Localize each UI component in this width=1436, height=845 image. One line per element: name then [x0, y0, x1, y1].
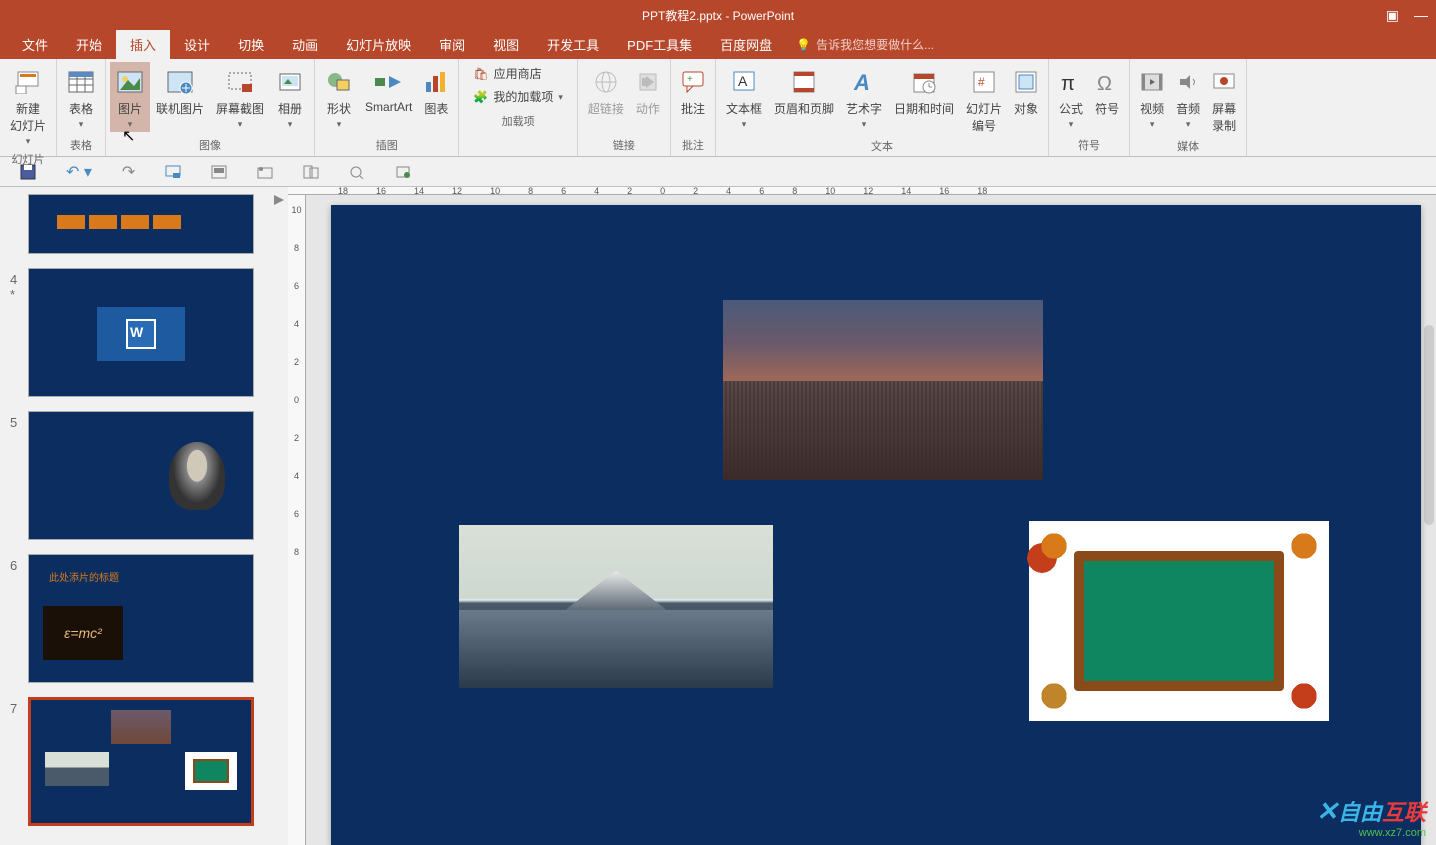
- document-title: PPT教程2.pptx - PowerPoint: [642, 7, 794, 24]
- qat-icon-4[interactable]: [303, 165, 319, 179]
- slide-thumb-3[interactable]: [28, 194, 254, 254]
- chevron-down-icon: ▾: [238, 119, 243, 130]
- menu-animations[interactable]: 动画: [278, 29, 332, 60]
- app-store-button[interactable]: 🛍应用商店: [471, 63, 565, 84]
- menu-review[interactable]: 审阅: [425, 29, 479, 60]
- inserted-image-chalkboard[interactable]: [1029, 521, 1329, 721]
- redo-icon[interactable]: ↷: [122, 162, 135, 182]
- datetime-button[interactable]: 日期和时间: [888, 62, 960, 119]
- slide-thumb-5[interactable]: [28, 411, 254, 540]
- outline-strip: [270, 187, 288, 845]
- qat-icon-6[interactable]: [395, 165, 411, 179]
- restore-icon[interactable]: ▣: [1386, 7, 1399, 24]
- chevron-down-icon: ▾: [1186, 119, 1191, 130]
- chevron-down-icon: ▾: [288, 119, 293, 130]
- menu-baidu[interactable]: 百度网盘: [706, 29, 786, 60]
- comment-button[interactable]: + 批注: [675, 62, 711, 119]
- menu-design[interactable]: 设计: [170, 29, 224, 60]
- lightbulb-icon: 💡: [796, 38, 811, 52]
- picture-button[interactable]: 图片 ▾: [110, 62, 150, 132]
- textbox-button[interactable]: A 文本框 ▾: [720, 62, 768, 132]
- svg-text:Ω: Ω: [1097, 73, 1112, 94]
- menu-home[interactable]: 开始: [62, 29, 116, 60]
- ruler-vertical: 10864202468: [288, 195, 306, 845]
- screenshot-button[interactable]: 屏幕截图 ▾: [210, 62, 270, 132]
- minimize-icon[interactable]: —: [1414, 7, 1428, 24]
- menu-bar: 文件 开始 插入 设计 切换 动画 幻灯片放映 审阅 视图 开发工具 PDF工具…: [0, 30, 1436, 59]
- chevron-down-icon: ▾: [79, 119, 84, 130]
- screen-record-button[interactable]: 屏幕 录制: [1206, 62, 1242, 136]
- slide-number-button[interactable]: # 幻灯片 编号: [960, 62, 1008, 136]
- chevron-down-icon: ▾: [337, 119, 342, 130]
- table-button[interactable]: 表格 ▾: [61, 62, 101, 132]
- video-button[interactable]: 视频 ▾: [1134, 62, 1170, 132]
- watermark: ✕自由互联 www.xz7.com: [1316, 795, 1426, 839]
- slide-panel[interactable]: 4* 5 6 此处添片的标题 ε=mc² 7: [0, 187, 270, 845]
- wordart-button[interactable]: A 艺术字 ▾: [840, 62, 888, 132]
- album-button[interactable]: 相册 ▾: [270, 62, 310, 132]
- save-icon[interactable]: [20, 164, 36, 180]
- menu-pdf[interactable]: PDF工具集: [613, 29, 706, 60]
- online-picture-button[interactable]: 联机图片: [150, 62, 210, 119]
- qat-icon-3[interactable]: [257, 165, 273, 179]
- audio-button[interactable]: 音频 ▾: [1170, 62, 1206, 132]
- menu-developer[interactable]: 开发工具: [533, 29, 613, 60]
- chevron-down-icon: ▾: [1069, 119, 1074, 130]
- inserted-image-city[interactable]: [723, 300, 1043, 480]
- ribbon: 新建 幻灯片 ▾ 幻灯片 表格 ▾ 表格 图片 ▾ 联机图片: [0, 59, 1436, 157]
- chevron-down-icon: ▾: [1150, 119, 1155, 130]
- new-slide-button[interactable]: 新建 幻灯片 ▾: [4, 62, 52, 149]
- qat-icon-5[interactable]: [349, 165, 365, 179]
- svg-text:A: A: [738, 73, 748, 89]
- undo-icon[interactable]: ↶ ▾: [66, 162, 92, 182]
- menu-transitions[interactable]: 切换: [224, 29, 278, 60]
- action-button[interactable]: 动作: [630, 62, 666, 119]
- tell-me-search[interactable]: 💡告诉我您想要做什么...: [796, 36, 934, 53]
- ruler-horizontal: 18161412108642024681012141618: [288, 187, 1436, 195]
- collapse-icon[interactable]: [274, 195, 284, 205]
- equation-button[interactable]: π 公式 ▾: [1053, 62, 1089, 132]
- store-icon: 🛍: [473, 67, 488, 81]
- quick-access-toolbar: ↶ ▾ ↷: [0, 157, 1436, 187]
- slide-thumb-4[interactable]: [28, 268, 254, 397]
- menu-slideshow[interactable]: 幻灯片放映: [332, 29, 425, 60]
- symbol-button[interactable]: Ω 符号: [1089, 62, 1125, 119]
- menu-file[interactable]: 文件: [8, 29, 62, 60]
- scrollbar-thumb[interactable]: [1424, 325, 1434, 525]
- slide-canvas[interactable]: [331, 205, 1421, 845]
- menu-view[interactable]: 视图: [479, 29, 533, 60]
- slide-thumb-6[interactable]: 此处添片的标题 ε=mc²: [28, 554, 254, 683]
- svg-text:#: #: [978, 75, 985, 89]
- addin-icon: 🧩: [473, 90, 488, 104]
- object-button[interactable]: 对象: [1008, 62, 1044, 119]
- chevron-down-icon: ▾: [862, 119, 867, 130]
- svg-text:+: +: [687, 74, 693, 85]
- chevron-down-icon: ▾: [128, 119, 133, 130]
- inserted-image-mountain[interactable]: [459, 525, 773, 688]
- smartart-button[interactable]: SmartArt: [359, 62, 418, 116]
- chart-button[interactable]: 图表: [418, 62, 454, 119]
- header-footer-button[interactable]: 页眉和页脚: [768, 62, 840, 119]
- canvas-viewport[interactable]: [306, 195, 1436, 845]
- hyperlink-button[interactable]: 超链接: [582, 62, 630, 119]
- qat-icon-1[interactable]: [165, 165, 181, 179]
- chevron-down-icon: ▾: [742, 119, 747, 130]
- slide-thumb-7[interactable]: [28, 697, 254, 826]
- svg-text:A: A: [853, 70, 870, 94]
- my-addins-button[interactable]: 🧩我的加载项▾: [471, 86, 565, 107]
- menu-insert[interactable]: 插入: [116, 29, 170, 60]
- qat-icon-2[interactable]: [211, 165, 227, 179]
- chevron-down-icon: ▾: [26, 136, 31, 147]
- title-bar: PPT教程2.pptx - PowerPoint ▣ —: [0, 0, 1436, 30]
- svg-text:π: π: [1061, 73, 1075, 94]
- shape-button[interactable]: 形状 ▾: [319, 62, 359, 132]
